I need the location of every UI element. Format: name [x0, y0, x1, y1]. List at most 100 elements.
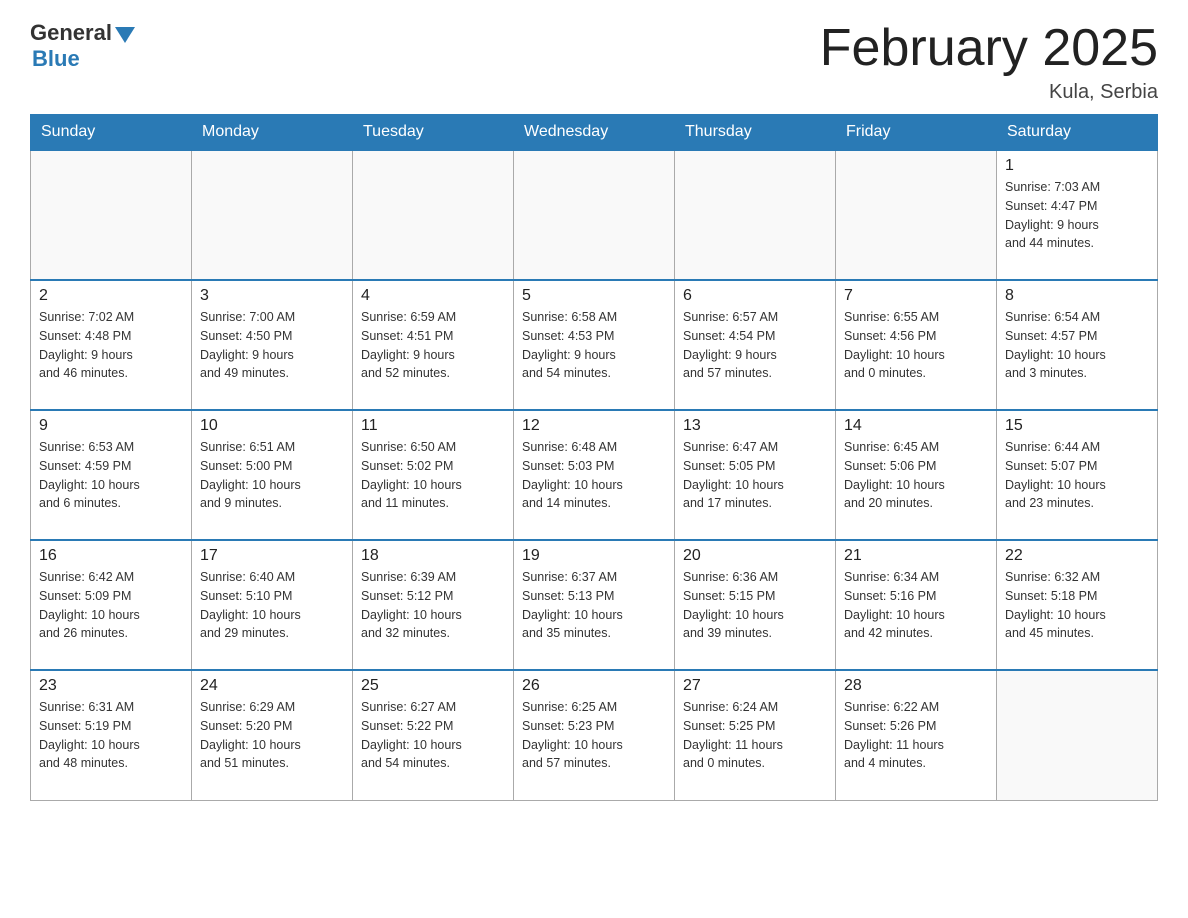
calendar-week-3: 9 Sunrise: 6:53 AM Sunset: 4:59 PM Daylig… [31, 410, 1158, 540]
day-number: 19 [522, 547, 666, 565]
calendar-cell [514, 150, 675, 280]
calendar-cell: 26 Sunrise: 6:25 AM Sunset: 5:23 PM Dayli… [514, 670, 675, 800]
day-info: Sunrise: 7:03 AM Sunset: 4:47 PM Dayligh… [1005, 178, 1149, 253]
day-number: 18 [361, 547, 505, 565]
day-info: Sunrise: 6:24 AM Sunset: 5:25 PM Dayligh… [683, 698, 827, 773]
day-info: Sunrise: 6:42 AM Sunset: 5:09 PM Dayligh… [39, 568, 183, 643]
calendar-week-4: 16 Sunrise: 6:42 AM Sunset: 5:09 PM Dayli… [31, 540, 1158, 670]
calendar-cell: 25 Sunrise: 6:27 AM Sunset: 5:22 PM Dayli… [353, 670, 514, 800]
calendar-cell: 6 Sunrise: 6:57 AM Sunset: 4:54 PM Daylig… [675, 280, 836, 410]
day-number: 8 [1005, 287, 1149, 305]
day-number: 9 [39, 417, 183, 435]
calendar-week-2: 2 Sunrise: 7:02 AM Sunset: 4:48 PM Daylig… [31, 280, 1158, 410]
calendar-cell: 22 Sunrise: 6:32 AM Sunset: 5:18 PM Dayli… [997, 540, 1158, 670]
day-info: Sunrise: 6:36 AM Sunset: 5:15 PM Dayligh… [683, 568, 827, 643]
day-number: 10 [200, 417, 344, 435]
logo-arrow-icon [115, 27, 135, 43]
calendar-cell [836, 150, 997, 280]
calendar-cell: 4 Sunrise: 6:59 AM Sunset: 4:51 PM Daylig… [353, 280, 514, 410]
calendar-table: SundayMondayTuesdayWednesdayThursdayFrid… [30, 114, 1158, 801]
day-number: 20 [683, 547, 827, 565]
day-info: Sunrise: 6:32 AM Sunset: 5:18 PM Dayligh… [1005, 568, 1149, 643]
weekday-header-thursday: Thursday [675, 115, 836, 151]
calendar-cell: 5 Sunrise: 6:58 AM Sunset: 4:53 PM Daylig… [514, 280, 675, 410]
title-block: February 2025 Kula, Serbia [820, 20, 1158, 104]
calendar-cell: 9 Sunrise: 6:53 AM Sunset: 4:59 PM Daylig… [31, 410, 192, 540]
calendar-cell [192, 150, 353, 280]
day-number: 17 [200, 547, 344, 565]
day-info: Sunrise: 6:22 AM Sunset: 5:26 PM Dayligh… [844, 698, 988, 773]
weekday-header-saturday: Saturday [997, 115, 1158, 151]
day-number: 27 [683, 677, 827, 695]
day-number: 12 [522, 417, 666, 435]
weekday-header-sunday: Sunday [31, 115, 192, 151]
day-info: Sunrise: 6:55 AM Sunset: 4:56 PM Dayligh… [844, 308, 988, 383]
day-number: 1 [1005, 157, 1149, 175]
calendar-cell [31, 150, 192, 280]
calendar-cell: 28 Sunrise: 6:22 AM Sunset: 5:26 PM Dayli… [836, 670, 997, 800]
day-info: Sunrise: 6:40 AM Sunset: 5:10 PM Dayligh… [200, 568, 344, 643]
day-number: 21 [844, 547, 988, 565]
calendar-cell: 27 Sunrise: 6:24 AM Sunset: 5:25 PM Dayli… [675, 670, 836, 800]
calendar-cell: 24 Sunrise: 6:29 AM Sunset: 5:20 PM Dayli… [192, 670, 353, 800]
calendar-cell: 7Sunrise: 6:55 AM Sunset: 4:56 PM Daylig… [836, 280, 997, 410]
day-number: 3 [200, 287, 344, 305]
day-info: Sunrise: 6:45 AM Sunset: 5:06 PM Dayligh… [844, 438, 988, 513]
day-info: Sunrise: 6:57 AM Sunset: 4:54 PM Dayligh… [683, 308, 827, 383]
day-number: 26 [522, 677, 666, 695]
calendar-cell: 3Sunrise: 7:00 AM Sunset: 4:50 PM Daylig… [192, 280, 353, 410]
day-info: Sunrise: 6:48 AM Sunset: 5:03 PM Dayligh… [522, 438, 666, 513]
day-number: 13 [683, 417, 827, 435]
logo: General Blue [30, 20, 138, 72]
day-number: 14 [844, 417, 988, 435]
calendar-cell: 2 Sunrise: 7:02 AM Sunset: 4:48 PM Daylig… [31, 280, 192, 410]
calendar-cell: 8 Sunrise: 6:54 AM Sunset: 4:57 PM Daylig… [997, 280, 1158, 410]
calendar-cell: 10Sunrise: 6:51 AM Sunset: 5:00 PM Dayli… [192, 410, 353, 540]
calendar-cell: 16 Sunrise: 6:42 AM Sunset: 5:09 PM Dayli… [31, 540, 192, 670]
day-info: Sunrise: 6:27 AM Sunset: 5:22 PM Dayligh… [361, 698, 505, 773]
day-number: 22 [1005, 547, 1149, 565]
calendar-cell: 20 Sunrise: 6:36 AM Sunset: 5:15 PM Dayli… [675, 540, 836, 670]
day-info: Sunrise: 6:44 AM Sunset: 5:07 PM Dayligh… [1005, 438, 1149, 513]
day-number: 2 [39, 287, 183, 305]
day-number: 11 [361, 417, 505, 435]
day-info: Sunrise: 6:54 AM Sunset: 4:57 PM Dayligh… [1005, 308, 1149, 383]
logo-general-text: General [30, 20, 112, 46]
calendar-cell: 15 Sunrise: 6:44 AM Sunset: 5:07 PM Dayli… [997, 410, 1158, 540]
page-header: General Blue February 2025 Kula, Serbia [30, 20, 1158, 104]
day-number: 5 [522, 287, 666, 305]
day-info: Sunrise: 6:59 AM Sunset: 4:51 PM Dayligh… [361, 308, 505, 383]
day-number: 15 [1005, 417, 1149, 435]
day-number: 28 [844, 677, 988, 695]
month-title: February 2025 [820, 20, 1158, 77]
calendar-cell: 12 Sunrise: 6:48 AM Sunset: 5:03 PM Dayli… [514, 410, 675, 540]
calendar-header-row: SundayMondayTuesdayWednesdayThursdayFrid… [31, 115, 1158, 151]
day-info: Sunrise: 6:25 AM Sunset: 5:23 PM Dayligh… [522, 698, 666, 773]
weekday-header-wednesday: Wednesday [514, 115, 675, 151]
calendar-cell: 13Sunrise: 6:47 AM Sunset: 5:05 PM Dayli… [675, 410, 836, 540]
day-number: 4 [361, 287, 505, 305]
location: Kula, Serbia [820, 81, 1158, 104]
weekday-header-monday: Monday [192, 115, 353, 151]
day-info: Sunrise: 6:53 AM Sunset: 4:59 PM Dayligh… [39, 438, 183, 513]
calendar-cell: 18 Sunrise: 6:39 AM Sunset: 5:12 PM Dayli… [353, 540, 514, 670]
day-number: 6 [683, 287, 827, 305]
day-number: 16 [39, 547, 183, 565]
day-info: Sunrise: 6:58 AM Sunset: 4:53 PM Dayligh… [522, 308, 666, 383]
calendar-week-1: 1 Sunrise: 7:03 AM Sunset: 4:47 PM Daylig… [31, 150, 1158, 280]
calendar-cell [997, 670, 1158, 800]
day-info: Sunrise: 6:29 AM Sunset: 5:20 PM Dayligh… [200, 698, 344, 773]
calendar-cell [675, 150, 836, 280]
day-info: Sunrise: 6:31 AM Sunset: 5:19 PM Dayligh… [39, 698, 183, 773]
calendar-cell: 11Sunrise: 6:50 AM Sunset: 5:02 PM Dayli… [353, 410, 514, 540]
weekday-header-tuesday: Tuesday [353, 115, 514, 151]
logo-blue-text: Blue [32, 46, 80, 71]
day-info: Sunrise: 6:37 AM Sunset: 5:13 PM Dayligh… [522, 568, 666, 643]
day-number: 25 [361, 677, 505, 695]
weekday-header-friday: Friday [836, 115, 997, 151]
calendar-cell: 14 Sunrise: 6:45 AM Sunset: 5:06 PM Dayli… [836, 410, 997, 540]
calendar-cell: 21Sunrise: 6:34 AM Sunset: 5:16 PM Dayli… [836, 540, 997, 670]
day-number: 24 [200, 677, 344, 695]
day-info: Sunrise: 7:02 AM Sunset: 4:48 PM Dayligh… [39, 308, 183, 383]
day-info: Sunrise: 6:39 AM Sunset: 5:12 PM Dayligh… [361, 568, 505, 643]
